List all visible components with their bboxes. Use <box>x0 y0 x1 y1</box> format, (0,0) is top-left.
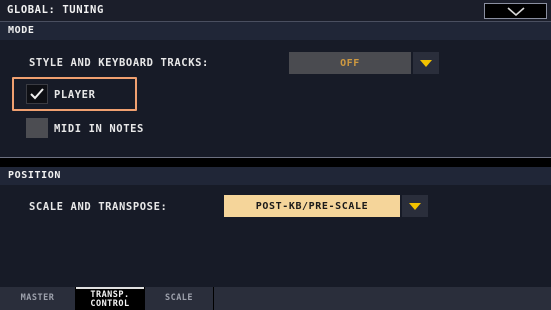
tab-scale[interactable]: SCALE <box>145 287 213 310</box>
position-section-header: POSITION <box>0 167 551 185</box>
midi-in-notes-label: MIDI IN NOTES <box>54 123 144 135</box>
style-keyboard-tracks-label: STYLE AND KEYBOARD TRACKS: <box>29 57 209 69</box>
position-section-label: POSITION <box>8 170 61 181</box>
chevron-down-icon <box>507 7 525 16</box>
player-checkbox[interactable] <box>26 84 48 104</box>
position-panel: SCALE AND TRANSPOSE: POST-KB/PRE-SCALE <box>0 185 551 287</box>
checkmark-icon <box>30 88 44 100</box>
dropdown-arrow-icon[interactable] <box>413 52 439 74</box>
tab-master[interactable]: MASTER <box>0 287 75 310</box>
scale-transpose-dropdown[interactable]: POST-KB/PRE-SCALE <box>224 195 429 217</box>
tab-bar: MASTER TRANSP. CONTROL SCALE <box>0 287 551 310</box>
mode-section-header: MODE <box>0 22 551 40</box>
tab-transp-control-line2: CONTROL <box>90 298 130 309</box>
tab-transp-control[interactable]: TRANSP. CONTROL <box>76 287 144 310</box>
mode-section-label: MODE <box>8 25 35 36</box>
style-keyboard-tracks-dropdown[interactable]: OFF <box>289 52 440 74</box>
scale-transpose-value: POST-KB/PRE-SCALE <box>224 195 400 217</box>
style-keyboard-tracks-value: OFF <box>289 52 411 74</box>
section-divider <box>0 157 551 158</box>
tab-master-label: MASTER <box>20 293 55 303</box>
tab-scale-label: SCALE <box>164 293 194 303</box>
title-bar: GLOBAL: TUNING <box>0 0 551 22</box>
mode-panel: STYLE AND KEYBOARD TRACKS: OFF PLAYER MI… <box>0 40 551 157</box>
player-label: PLAYER <box>54 89 96 101</box>
dropdown-arrow-icon[interactable] <box>402 195 428 217</box>
page-title: GLOBAL: TUNING <box>7 4 104 16</box>
global-tuning-screen: GLOBAL: TUNING MODE STYLE AND KEYBOARD T… <box>0 0 551 310</box>
tab-bar-filler <box>214 287 551 310</box>
scale-transpose-label: SCALE AND TRANSPOSE: <box>29 201 168 213</box>
page-menu-button[interactable] <box>484 3 547 19</box>
midi-in-notes-checkbox[interactable] <box>26 118 48 138</box>
